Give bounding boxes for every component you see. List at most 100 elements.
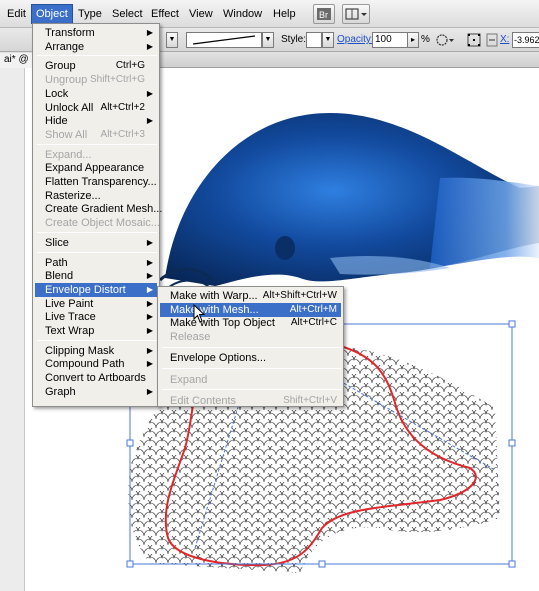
reference-point-button[interactable] <box>466 31 482 49</box>
menu-type[interactable]: Type <box>77 5 103 23</box>
menu-item-label: Flatten Transparency... <box>45 176 157 188</box>
menu-item-label: Group <box>45 60 76 73</box>
blue-fish-artwork <box>158 113 539 289</box>
object-menu-item-flatten-transparency[interactable]: Flatten Transparency... <box>35 175 157 189</box>
submenu-arrow-icon: ▶ <box>146 345 153 355</box>
reference-point-icon <box>467 33 481 47</box>
object-menu: Transform ▶ Arrange ▶ Group Ctrl+G Ungroup Shif… <box>32 23 162 407</box>
submenu-arrow-icon: ▶ <box>146 257 153 267</box>
object-menu-item-transform[interactable]: Transform ▶ <box>35 26 157 40</box>
envelope-menu-item-envelope-options[interactable]: Envelope Options... <box>160 351 341 365</box>
submenu-arrow-icon: ▶ <box>146 326 153 335</box>
menu-item-label: Live Trace <box>45 311 96 324</box>
menu-item-shortcut: Alt+Shift+Ctrl+W <box>262 290 337 301</box>
envelope-menu-item-expand: Expand <box>160 373 341 387</box>
menu-item-label: Arrange <box>45 40 85 53</box>
submenu-arrow-icon: ▶ <box>146 271 153 281</box>
menu-item-label: Make with Top Object <box>170 317 275 330</box>
object-menu-item-create-gradient-mesh[interactable]: Create Gradient Mesh... <box>35 202 162 216</box>
object-menu-item-text-wrap[interactable]: Text Wrap ▶ <box>35 324 157 338</box>
menu-separator <box>162 389 341 391</box>
menu-separator <box>37 231 157 233</box>
object-menu-item-blend[interactable]: Blend ▶ <box>35 269 157 283</box>
object-menu-item-path[interactable]: Path ▶ <box>35 256 157 270</box>
menu-separator <box>162 346 341 348</box>
menu-item-label: Create Gradient Mesh... <box>45 203 163 216</box>
x-input[interactable]: -3.9629 <box>512 32 539 48</box>
submenu-arrow-icon: ▶ <box>146 237 153 247</box>
object-menu-item-unlock-all[interactable]: Unlock All Alt+Ctrl+2 <box>35 101 157 115</box>
object-menu-item-expand-appearance[interactable]: Expand Appearance <box>35 161 157 175</box>
object-menu-item-convert-to-artboards[interactable]: Convert to Artboards <box>35 371 157 385</box>
submenu-arrow-icon: ▶ <box>146 312 153 322</box>
object-menu-item-create-object-mosaic: Create Object Mosaic... <box>35 216 160 230</box>
object-menu-item-compound-path[interactable]: Compound Path ▶ <box>35 357 157 371</box>
menu-item-shortcut: Alt+Ctrl+2 <box>100 101 145 113</box>
object-menu-item-hide[interactable]: Hide ▶ <box>35 114 157 128</box>
envelope-menu-item-make-with-top-object[interactable]: Make with Top Object Alt+Ctrl+C <box>160 316 341 330</box>
brush-stroke-icon <box>192 35 256 45</box>
stroke-weight-dropdown[interactable]: ▼ <box>166 32 178 48</box>
submenu-arrow-icon: ▶ <box>146 386 153 396</box>
envelope-distort-submenu: Make with Warp... Alt+Shift+Ctrl+W Make wi… <box>157 286 344 407</box>
submenu-arrow-icon: ▶ <box>146 359 153 369</box>
object-menu-item-clipping-mask[interactable]: Clipping Mask ▶ <box>35 344 157 358</box>
object-menu-item-live-trace[interactable]: Live Trace ▶ <box>35 310 157 324</box>
bridge-button[interactable]: Br <box>313 4 335 24</box>
object-menu-item-arrange[interactable]: Arrange ▶ <box>35 40 157 54</box>
object-menu-item-live-paint[interactable]: Live Paint ▶ <box>35 297 157 311</box>
envelope-menu-item-edit-contents: Edit Contents Shift+Ctrl+V <box>160 394 341 408</box>
menu-item-label: Lock <box>45 87 69 100</box>
opacity-input[interactable]: 100 <box>372 32 408 48</box>
menu-item-shortcut: Shift+Ctrl+V <box>283 394 337 406</box>
menu-item-label: Ungroup <box>45 74 88 87</box>
object-menu-item-lock[interactable]: Lock ▶ <box>35 87 157 101</box>
x-label[interactable]: X: <box>500 34 509 45</box>
document-tab[interactable]: ai* @ <box>0 53 34 68</box>
submenu-arrow-icon: ▶ <box>146 116 153 126</box>
menu-item-label: Graph <box>45 385 76 398</box>
menu-item-label: Envelope Distort <box>45 283 126 296</box>
envelope-menu-item-make-with-mesh[interactable]: Make with Mesh... Alt+Ctrl+M <box>160 302 341 317</box>
menu-separator <box>37 55 157 57</box>
menu-item-shortcut: Alt+Ctrl+M <box>289 303 337 315</box>
x-link-button[interactable] <box>485 31 499 49</box>
menu-separator <box>162 368 341 369</box>
menu-edit[interactable]: Edit <box>6 5 27 23</box>
menu-item-label: Unlock All <box>45 101 94 114</box>
mouse-pointer-icon <box>193 304 206 323</box>
brush-definition-field[interactable] <box>186 32 262 48</box>
recolor-artwork-button[interactable] <box>434 31 456 49</box>
object-menu-item-show-all: Show All Alt+Ctrl+3 <box>35 128 157 142</box>
brush-dropdown[interactable]: ▼ <box>262 32 274 48</box>
object-menu-item-graph[interactable]: Graph ▶ <box>35 385 157 399</box>
menu-select[interactable]: Select <box>111 5 144 23</box>
menu-item-shortcut: Ctrl+G <box>115 60 145 72</box>
menu-item-label: Expand... <box>45 148 92 161</box>
arrange-documents-button[interactable] <box>342 4 370 24</box>
menu-view[interactable]: View <box>188 5 214 23</box>
envelope-menu-item-make-with-warp[interactable]: Make with Warp... Alt+Shift+Ctrl+W <box>160 289 341 303</box>
opacity-link[interactable]: Opacity: <box>337 34 374 45</box>
object-menu-item-ungroup: Ungroup Shift+Ctrl+G <box>35 73 157 87</box>
menu-item-label: Path <box>45 256 68 269</box>
menu-help[interactable]: Help <box>272 5 297 23</box>
submenu-arrow-icon: ▶ <box>146 284 153 294</box>
menu-item-label: Show All <box>45 128 88 141</box>
menu-item-label: Make with Mesh... <box>170 303 259 316</box>
menu-item-shortcut: Alt+Ctrl+C <box>290 317 337 329</box>
opacity-dropdown[interactable]: ▸ <box>407 32 419 48</box>
style-swatch[interactable] <box>306 32 322 48</box>
object-menu-item-slice[interactable]: Slice ▶ <box>35 236 157 250</box>
submenu-arrow-icon: ▶ <box>146 41 153 51</box>
object-menu-item-group[interactable]: Group Ctrl+G <box>35 59 157 73</box>
style-label: Style: <box>281 34 307 45</box>
opacity-unit: % <box>421 34 430 45</box>
object-menu-item-envelope-distort[interactable]: Envelope Distort ▶ <box>35 282 157 297</box>
object-menu-item-rasterize[interactable]: Rasterize... <box>35 189 157 203</box>
menu-effect[interactable]: Effect <box>150 5 180 23</box>
menu-separator <box>37 339 157 341</box>
menu-object[interactable]: Object <box>31 4 73 24</box>
menu-window[interactable]: Window <box>222 5 263 23</box>
style-dropdown[interactable]: ▼ <box>322 32 334 48</box>
